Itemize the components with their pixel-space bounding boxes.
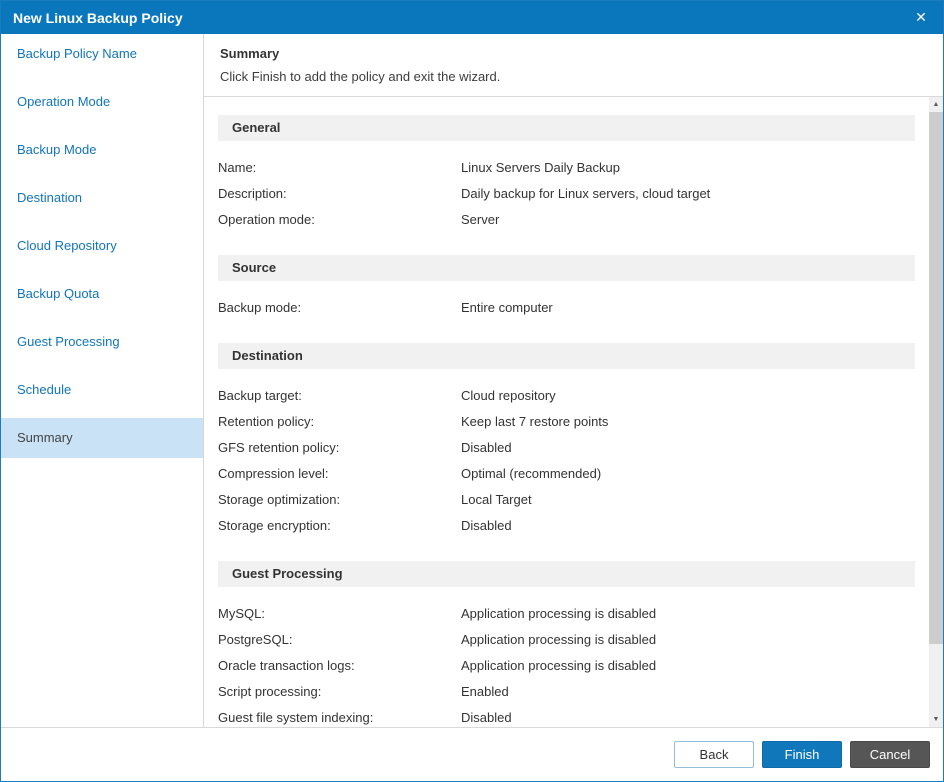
summary-row: Guest file system indexing: Disabled [218,705,915,727]
content-pane: Summary Click Finish to add the policy a… [204,34,943,727]
wizard-steps-sidebar: Backup Policy Name Operation Mode Backup… [1,34,204,727]
summary-row-value: Disabled [461,518,512,533]
summary-row: Name: Linux Servers Daily Backup [218,155,915,181]
sidebar-item-operation-mode[interactable]: Operation Mode [1,82,203,122]
summary-row: Backup mode: Entire computer [218,295,915,321]
window-title: New Linux Backup Policy [13,9,183,26]
section-rows: Backup target: Cloud repository Retentio… [218,369,915,549]
main-area: Backup Policy Name Operation Mode Backup… [1,34,943,727]
summary-row: GFS retention policy: Disabled [218,435,915,461]
scroll-up-button[interactable]: ▲ [929,97,943,112]
summary-row-value: Enabled [461,684,509,699]
sidebar-item-backup-quota[interactable]: Backup Quota [1,274,203,314]
summary-row-value: Daily backup for Linux servers, cloud ta… [461,186,711,201]
section-rows: Backup mode: Entire computer [218,281,915,331]
summary-row-value: Server [461,212,500,227]
summary-row-value: Application processing is disabled [461,632,657,647]
summary-row: MySQL: Application processing is disable… [218,601,915,627]
summary-row-value: Entire computer [461,300,553,315]
summary-row-value: Linux Servers Daily Backup [461,160,620,175]
summary-row-label: Storage optimization: [218,492,341,507]
scroll-down-icon: ▼ [932,716,940,723]
summary-row-label: Name: [218,160,257,175]
summary-row: Script processing: Enabled [218,679,915,705]
section-guest-processing: Guest Processing MySQL: Application proc… [218,561,915,727]
section-source: Source Backup mode: Entire computer [218,255,915,331]
summary-row-label: Oracle transaction logs: [218,658,355,673]
page-title: Summary [220,46,280,61]
summary-row: Storage encryption: Disabled [218,513,915,539]
section-destination: Destination Backup target: Cloud reposit… [218,343,915,549]
summary-row: Oracle transaction logs: Application pro… [218,653,915,679]
sidebar-item-backup-policy-name[interactable]: Backup Policy Name [1,34,203,74]
summary-row-label: Backup mode: [218,300,302,315]
summary-row-value: Disabled [461,710,512,725]
summary-row-label: Compression level: [218,466,329,481]
sidebar-item-guest-processing[interactable]: Guest Processing [1,322,203,362]
titlebar: New Linux Backup Policy ✕ [1,1,943,34]
content-header: Summary Click Finish to add the policy a… [204,34,943,97]
summary-row-label: GFS retention policy: [218,440,340,455]
summary-row-value: Application processing is disabled [461,658,657,673]
scroll-down-button[interactable]: ▼ [929,712,943,727]
summary-row-value: Application processing is disabled [461,606,657,621]
section-header: Source [218,255,915,281]
sidebar-item-backup-mode[interactable]: Backup Mode [1,130,203,170]
section-rows: MySQL: Application processing is disable… [218,587,915,727]
finish-button[interactable]: Finish [762,741,842,768]
summary-row-value: Cloud repository [461,388,556,403]
summary-row-label: Guest file system indexing: [218,710,374,725]
back-button[interactable]: Back [674,741,754,768]
scroll-up-icon: ▲ [932,101,940,108]
summary-row: Retention policy: Keep last 7 restore po… [218,409,915,435]
summary-row-value: Disabled [461,440,512,455]
summary-row-label: Description: [218,186,287,201]
sidebar-item-summary[interactable]: Summary [1,418,203,458]
sidebar-item-destination[interactable]: Destination [1,178,203,218]
page-subtitle: Click Finish to add the policy and exit … [220,69,501,84]
summary-row: Backup target: Cloud repository [218,383,915,409]
vertical-scrollbar[interactable]: ▲ ▼ [929,97,943,727]
summary-row-value: Optimal (recommended) [461,466,602,481]
sidebar-item-schedule[interactable]: Schedule [1,370,203,410]
summary-row-label: Script processing: [218,684,322,699]
close-icon: ✕ [915,9,927,25]
cancel-button[interactable]: Cancel [850,741,930,768]
summary-row-label: MySQL: [218,606,265,621]
scrollbar-thumb[interactable] [929,112,943,644]
summary-row: Operation mode: Server [218,207,915,233]
close-button[interactable]: ✕ [907,5,935,31]
wizard-window: New Linux Backup Policy ✕ Backup Policy … [0,0,944,782]
summary-row: PostgreSQL: Application processing is di… [218,627,915,653]
summary-row: Storage optimization: Local Target [218,487,915,513]
summary-row-label: Backup target: [218,388,302,403]
section-header: General [218,115,915,141]
section-header: Destination [218,343,915,369]
section-header: Guest Processing [218,561,915,587]
summary-content: General Name: Linux Servers Daily Backup… [204,97,929,727]
sidebar-item-cloud-repository[interactable]: Cloud Repository [1,226,203,266]
summary-scroll-area: General Name: Linux Servers Daily Backup… [204,97,943,727]
summary-row-label: Operation mode: [218,212,315,227]
section-rows: Name: Linux Servers Daily Backup Descrip… [218,141,915,243]
section-general: General Name: Linux Servers Daily Backup… [218,115,915,243]
summary-row: Description: Daily backup for Linux serv… [218,181,915,207]
footer-bar: Back Finish Cancel [1,727,943,781]
summary-row-label: Storage encryption: [218,518,331,533]
summary-row-label: PostgreSQL: [218,632,293,647]
summary-row-value: Keep last 7 restore points [461,414,609,429]
summary-row-value: Local Target [461,492,532,507]
summary-row-label: Retention policy: [218,414,315,429]
summary-row: Compression level: Optimal (recommended) [218,461,915,487]
